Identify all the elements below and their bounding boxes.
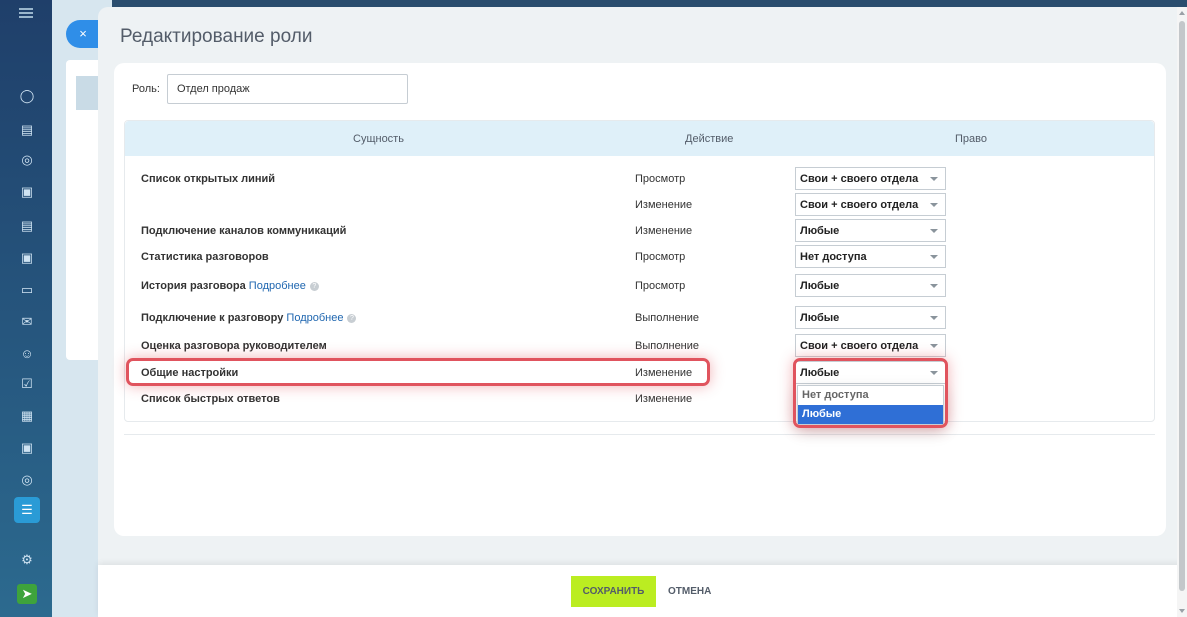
chevron-down-icon (930, 177, 938, 181)
chevron-down-icon (930, 229, 938, 233)
right-select[interactable]: Любые (795, 219, 946, 242)
schedule-icon[interactable]: ▦ (17, 406, 37, 426)
header-right: Право (955, 133, 987, 145)
help-icon[interactable]: ? (347, 314, 357, 323)
scrollbar[interactable] (1177, 7, 1187, 617)
action-label: Изменение (635, 393, 693, 405)
entity-label: Статистика разговоров (141, 251, 269, 263)
entity-label: Оценка разговора руководителем (141, 340, 327, 352)
highlight-row-frame (126, 358, 710, 386)
action-label: Просмотр (635, 173, 686, 185)
scroll-down-icon[interactable] (1179, 609, 1185, 613)
filter-icon[interactable]: ☰ (14, 497, 40, 523)
rocket-icon[interactable]: ➤ (17, 584, 37, 604)
header-entity: Сущность (353, 133, 404, 145)
checklist-icon[interactable]: ☑ (17, 374, 37, 394)
table-row: Оценка разговора руководителем Выполнени… (125, 333, 1156, 359)
table-row: История разговора Подробнее? Просмотр Лю… (125, 273, 1156, 299)
table-row: Список быстрых ответов Изменение (125, 386, 1156, 412)
right-select[interactable]: Любые (795, 306, 946, 329)
webinar-icon[interactable]: ▣ (17, 248, 37, 268)
role-edit-slider: Редактирование роли Роль: Сущность Дейст… (98, 7, 1187, 617)
documents-icon[interactable]: ▤ (17, 216, 37, 236)
chevron-down-icon (930, 284, 938, 288)
chevron-down-icon (930, 255, 938, 259)
footer-bar: СОХРАНИТЬ ОТМЕНА (98, 565, 1187, 617)
action-label: Просмотр (635, 251, 686, 263)
contacts-icon[interactable]: ☺ (17, 344, 37, 364)
entity-label: Подключение к разговору Подробнее? (141, 312, 357, 324)
right-select[interactable]: Любые (795, 274, 946, 297)
entity-label: Список открытых линий (141, 173, 276, 185)
close-icon: × (79, 26, 87, 41)
role-form: Роль: Сущность Действие Право Список отк… (114, 63, 1166, 536)
role-field-row: Роль: (132, 74, 408, 104)
action-label: Выполнение (635, 340, 700, 352)
more-link[interactable]: Подробнее (286, 312, 343, 324)
header-action: Действие (685, 133, 734, 145)
role-name-input[interactable] (166, 74, 408, 104)
scroll-up-icon[interactable] (1179, 11, 1185, 15)
tasks-icon[interactable]: ◎ (17, 150, 37, 170)
table-row: Изменение Свои + своего отдела (125, 192, 1156, 218)
target-icon[interactable]: ◎ (17, 470, 37, 490)
drive-icon[interactable]: ▭ (17, 280, 37, 300)
right-select[interactable]: Свои + своего отдела (795, 167, 946, 190)
table-row: Подключение каналов коммуникаций Изменен… (125, 218, 1156, 244)
divider (124, 434, 1155, 435)
store-icon[interactable]: ▣ (17, 438, 37, 458)
page-title: Редактирование роли (120, 26, 313, 47)
chat-icon[interactable]: ◯ (17, 86, 37, 106)
help-icon[interactable]: ? (309, 282, 319, 291)
chevron-down-icon (930, 203, 938, 207)
close-slider-button[interactable]: × (66, 20, 100, 48)
right-select[interactable]: Нет доступа (795, 245, 946, 268)
settings-icon[interactable]: ⚙ (17, 550, 37, 570)
chevron-down-icon (930, 344, 938, 348)
chevron-down-icon (930, 316, 938, 320)
scroll-thumb[interactable] (1179, 21, 1185, 591)
table-header: Сущность Действие Право (125, 121, 1154, 156)
cancel-button[interactable]: ОТМЕНА (668, 576, 711, 607)
table-row: Список открытых линий Просмотр Свои + св… (125, 166, 1156, 192)
entity-label: История разговора Подробнее? (141, 280, 319, 292)
action-label: Выполнение (635, 312, 700, 324)
action-label: Изменение (635, 199, 693, 211)
highlight-dropdown-frame (793, 358, 948, 428)
left-nav-rail: ◯ ▤ ◎ ▣ ▤ ▣ ▭ ✉ ☺ ☑ ▦ ▣ ◎ ☰ ⚙ ➤ (0, 0, 52, 617)
table-row: Статистика разговоров Просмотр Нет досту… (125, 244, 1156, 270)
save-button[interactable]: СОХРАНИТЬ (571, 576, 656, 607)
feed-icon[interactable]: ▤ (17, 120, 37, 140)
right-select[interactable]: Свои + своего отдела (795, 193, 946, 216)
entity-label: Список быстрых ответов (141, 393, 280, 405)
action-label: Изменение (635, 225, 693, 237)
menu-icon[interactable] (19, 8, 33, 18)
role-label: Роль: (132, 83, 160, 95)
table-row: Подключение к разговору Подробнее? Выпол… (125, 305, 1156, 331)
action-label: Просмотр (635, 280, 686, 292)
mail-icon[interactable]: ✉ (17, 312, 37, 332)
entity-label: Подключение каналов коммуникаций (141, 225, 347, 237)
right-select[interactable]: Свои + своего отдела (795, 334, 946, 357)
calendar-icon[interactable]: ▣ (17, 182, 37, 202)
more-link[interactable]: Подробнее (249, 280, 306, 292)
